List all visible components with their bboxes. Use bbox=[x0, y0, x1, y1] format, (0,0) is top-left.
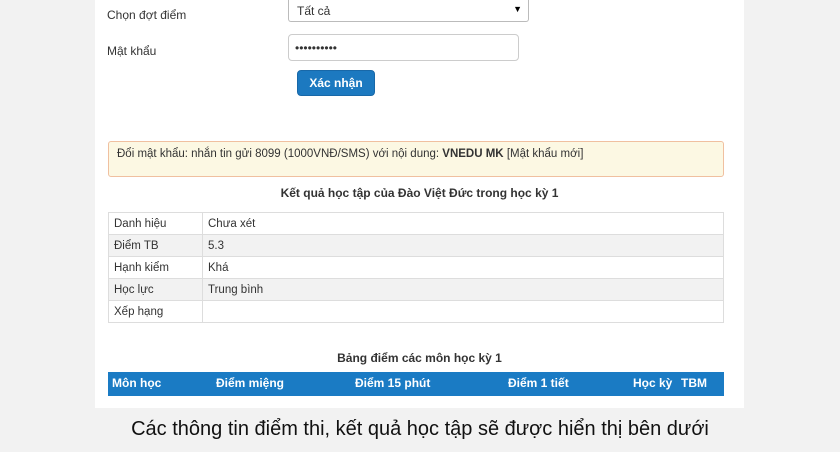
table-row: Học lực Trung bình bbox=[108, 278, 724, 301]
results-panel: Chọn đợt điểm Tất cả ▼ Mật khẩu ••••••••… bbox=[95, 0, 744, 408]
table-row: Điểm TB 5.3 bbox=[108, 234, 724, 257]
results-table: Danh hiệu Chưa xét Điểm TB 5.3 Hạnh kiểm… bbox=[108, 212, 724, 323]
password-change-notice: Đổi mật khẩu: nhắn tin gửi 8099 (1000VNĐ… bbox=[108, 141, 724, 177]
row-value: Khá bbox=[202, 256, 724, 279]
column-header: Điểm 1 tiết bbox=[508, 376, 569, 390]
results-title: Kết quả học tập của Đào Việt Đức trong h… bbox=[280, 186, 559, 200]
row-key: Điểm TB bbox=[108, 234, 203, 257]
notice-suffix: [Mật khẩu mới] bbox=[503, 148, 584, 160]
row-value: Chưa xét bbox=[202, 212, 724, 235]
column-header: Điểm miệng bbox=[216, 376, 285, 390]
submit-button[interactable]: Xác nhận bbox=[297, 70, 375, 96]
row-key: Hạnh kiểm bbox=[108, 256, 203, 279]
column-header: Học kỳ bbox=[633, 376, 673, 390]
password-input[interactable]: •••••••••• bbox=[288, 34, 519, 61]
table-row: Hạnh kiểm Khá bbox=[108, 256, 724, 279]
row-value: 5.3 bbox=[202, 234, 724, 257]
column-header: Môn học bbox=[112, 376, 162, 390]
row-key: Xếp hạng bbox=[108, 300, 203, 323]
notice-text: Đổi mật khẩu: nhắn tin gửi 8099 (1000VNĐ… bbox=[117, 148, 443, 160]
table-row: Xếp hạng bbox=[108, 300, 724, 323]
row-key: Học lực bbox=[108, 278, 203, 301]
column-header: TBM bbox=[681, 376, 707, 390]
caret-down-icon: ▼ bbox=[513, 4, 522, 14]
caption: Các thông tin điểm thi, kết quả học tập … bbox=[131, 418, 709, 440]
password-label: Mật khẩu bbox=[107, 44, 157, 58]
period-select[interactable]: Tất cả ▼ bbox=[288, 0, 529, 22]
grades-table-header: Môn học Điểm miệng Điểm 15 phút Điểm 1 t… bbox=[108, 372, 724, 396]
period-label: Chọn đợt điểm bbox=[107, 8, 187, 22]
row-key: Danh hiệu bbox=[108, 212, 203, 235]
notice-code: VNEDU MK bbox=[442, 148, 504, 160]
grades-title: Bảng điểm các môn học kỳ 1 bbox=[337, 351, 502, 365]
row-value: Trung bình bbox=[202, 278, 724, 301]
table-row: Danh hiệu Chưa xét bbox=[108, 212, 724, 235]
row-value bbox=[202, 300, 724, 323]
column-header: Điểm 15 phút bbox=[355, 376, 431, 390]
period-select-value: Tất cả bbox=[297, 4, 331, 18]
